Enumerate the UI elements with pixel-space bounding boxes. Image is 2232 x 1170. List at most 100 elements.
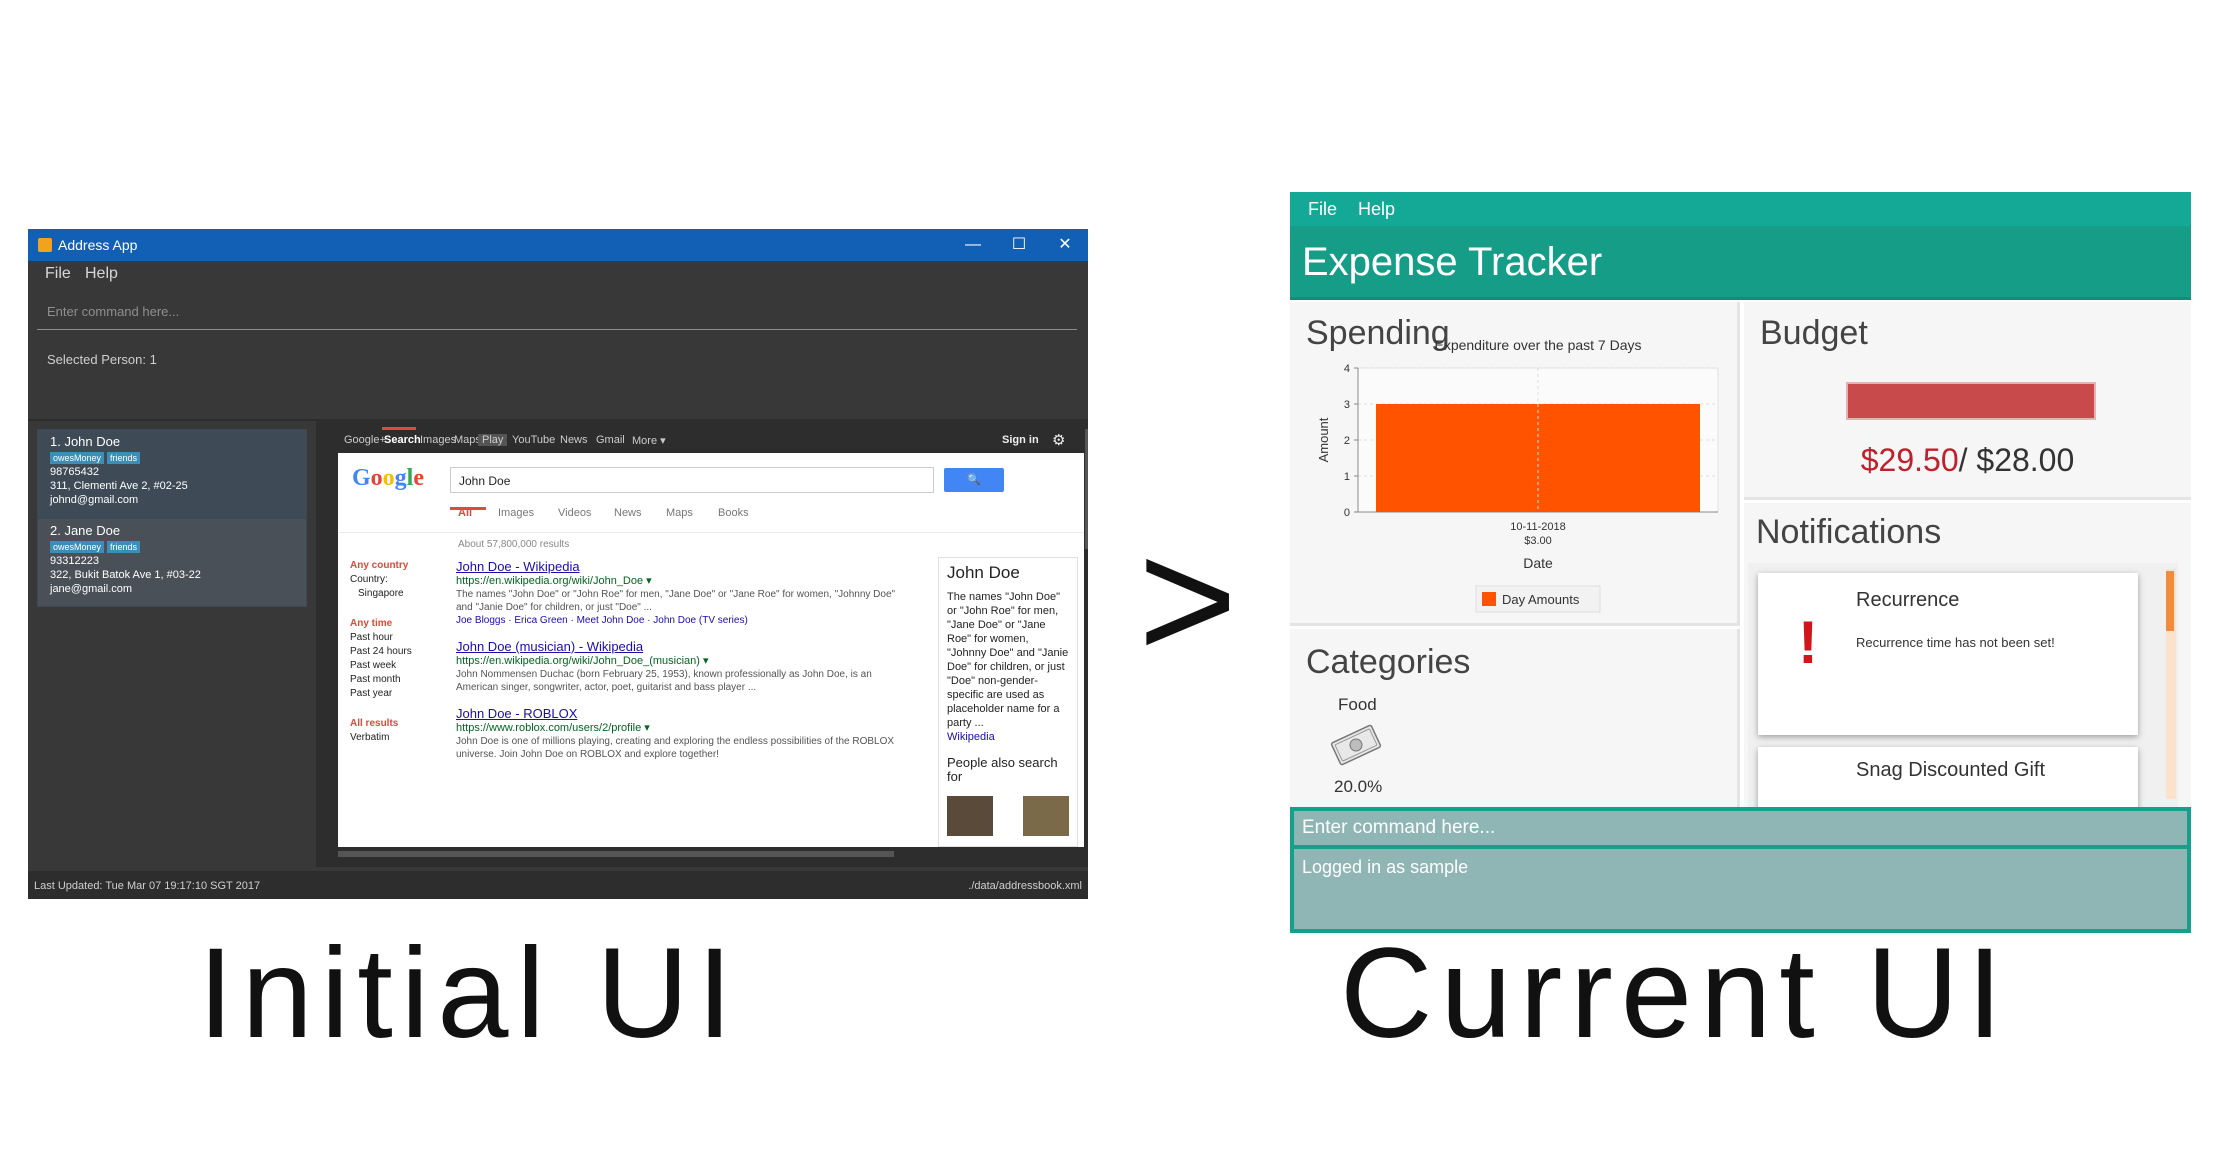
- y-tick-label: 2: [1344, 435, 1350, 447]
- close-icon[interactable]: ✕: [1044, 232, 1086, 258]
- maximize-icon[interactable]: ☐: [998, 232, 1040, 258]
- nav-google-plus[interactable]: Google+: [344, 434, 386, 446]
- knowledge-source-link[interactable]: Wikipedia: [947, 730, 1069, 744]
- result-title[interactable]: John Doe - ROBLOX: [456, 706, 912, 722]
- person-tag: owesMoney: [50, 452, 105, 464]
- nav-gmail[interactable]: Gmail: [596, 434, 625, 446]
- person-list-panel: 1. John Doe owesMoney friends 98765432 31…: [28, 419, 316, 867]
- menu-file[interactable]: File: [1308, 199, 1337, 220]
- gear-icon[interactable]: ⚙: [1052, 431, 1065, 449]
- tab-books[interactable]: Books: [718, 507, 749, 519]
- person-name: 1. John Doe: [50, 434, 121, 449]
- active-nav-indicator: [382, 427, 416, 430]
- notifications-panel: Notifications ! Recurrence Recurrence ti…: [1744, 503, 2191, 807]
- y-axis-label: Amount: [1316, 417, 1331, 462]
- initial-ui-caption: Initial UI: [198, 922, 741, 1065]
- tab-all[interactable]: All: [458, 507, 472, 519]
- budget-progress-bar: [1846, 382, 2096, 420]
- person-card[interactable]: 2. Jane Doe owesMoney friends 93312223 32…: [37, 518, 307, 607]
- filter-time[interactable]: Any time: [350, 617, 450, 631]
- tab-maps[interactable]: Maps: [666, 507, 693, 519]
- filter-line[interactable]: Past year: [350, 687, 450, 701]
- nav-maps[interactable]: Maps: [454, 434, 481, 446]
- menu-help[interactable]: Help: [85, 265, 118, 283]
- filter-line[interactable]: Past week: [350, 659, 450, 673]
- budget-amount: $29.50/ $28.00: [1744, 442, 2191, 479]
- spending-panel: Spending Expenditure over the past 7 Day…: [1290, 302, 1740, 626]
- x-tick-label: 10-11-2018: [1510, 521, 1565, 533]
- filter-line[interactable]: Past month: [350, 673, 450, 687]
- knowledge-panel: John Doe The names "John Doe" or "John R…: [938, 557, 1078, 847]
- result-title[interactable]: John Doe (musician) - Wikipedia: [456, 639, 912, 655]
- y-tick-label: 4: [1344, 363, 1350, 375]
- tab-videos[interactable]: Videos: [558, 507, 591, 519]
- notification-body: Recurrence time has not been set!: [1856, 635, 2055, 650]
- nav-images[interactable]: Images: [420, 434, 456, 446]
- filter-line[interactable]: Singapore: [350, 587, 450, 601]
- tab-images[interactable]: Images: [498, 507, 534, 519]
- person-thumbnail[interactable]: [947, 796, 993, 836]
- result-url[interactable]: https://en.wikipedia.org/wiki/John_Doe_(…: [456, 655, 912, 668]
- logo-letter: G: [352, 465, 371, 491]
- current-ui-caption: Current UI: [1340, 922, 2011, 1065]
- vertical-scrollbar[interactable]: [1085, 429, 1088, 549]
- result-sublinks[interactable]: Joe Bloggs · Erica Green · Meet John Doe…: [456, 614, 912, 627]
- minimize-icon[interactable]: —: [952, 232, 994, 258]
- person-tag: friends: [107, 452, 141, 464]
- person-thumbnail[interactable]: [1023, 796, 1069, 836]
- y-tick-label: 1: [1344, 471, 1350, 483]
- result-title[interactable]: John Doe - Wikipedia: [456, 559, 912, 575]
- alert-icon: !: [1798, 609, 1818, 676]
- result-snippet: John Nommensen Duchac (born February 25,…: [456, 669, 872, 693]
- y-tick-label: 3: [1344, 399, 1350, 411]
- result-snippet: John Doe is one of millions playing, cre…: [456, 736, 895, 760]
- filter-line[interactable]: Verbatim: [350, 731, 450, 745]
- notification-list[interactable]: ! Recurrence Recurrence time has not bee…: [1748, 563, 2178, 807]
- filter-line[interactable]: Past hour: [350, 631, 450, 645]
- web-browser[interactable]: Google+ Search Images Maps Play YouTube …: [338, 427, 1084, 847]
- search-result: John Doe - ROBLOX https://www.roblox.com…: [456, 706, 912, 761]
- google-logo: Google: [352, 465, 424, 492]
- nav-news[interactable]: News: [560, 434, 588, 446]
- search-button[interactable]: 🔍: [944, 468, 1004, 492]
- person-card[interactable]: 1. John Doe owesMoney friends 98765432 31…: [37, 429, 307, 518]
- notification-card[interactable]: Snag Discounted Gift: [1758, 747, 2138, 807]
- nav-search[interactable]: Search: [384, 434, 421, 446]
- nav-play[interactable]: Play: [478, 434, 508, 446]
- logo-letter: o: [370, 465, 383, 491]
- command-input[interactable]: Enter command here...: [37, 292, 1077, 330]
- menu-help[interactable]: Help: [1358, 199, 1395, 220]
- result-display: Logged in as sample: [1290, 849, 2191, 933]
- nav-more[interactable]: More ▾: [632, 434, 666, 447]
- spending-chart: Expenditure over the past 7 Days 0 1 2 3 4 Amo…: [1316, 337, 1719, 613]
- search-icon: 🔍: [967, 474, 981, 486]
- budget-spent: $29.50: [1860, 442, 1959, 478]
- person-email: johnd@gmail.com: [50, 494, 139, 506]
- filter-country[interactable]: Any country: [350, 559, 450, 573]
- filter-results[interactable]: All results: [350, 717, 450, 731]
- google-topbar: Google+ Search Images Maps Play YouTube …: [338, 427, 1084, 453]
- sign-in-link[interactable]: Sign in: [1002, 434, 1039, 446]
- money-icon[interactable]: [1328, 721, 1384, 769]
- search-results: John Doe - Wikipedia https://en.wikipedi…: [456, 559, 912, 773]
- filter-line[interactable]: Past 24 hours: [350, 645, 450, 659]
- chart-title: Expenditure over the past 7 Days: [1434, 337, 1641, 353]
- window-title: Address App: [58, 237, 138, 253]
- legend-label: Day Amounts: [1502, 592, 1580, 607]
- search-input[interactable]: John Doe: [450, 467, 934, 493]
- status-bar: Last Updated: Tue Mar 07 19:17:10 SGT 20…: [28, 871, 1088, 899]
- result-url[interactable]: https://en.wikipedia.org/wiki/John_Doe ▾: [456, 575, 912, 588]
- nav-youtube[interactable]: YouTube: [512, 434, 555, 446]
- menu-file[interactable]: File: [45, 265, 71, 283]
- comparison-arrow: >: [1138, 505, 1238, 695]
- file-path: ./data/addressbook.xml: [968, 880, 1082, 892]
- command-input[interactable]: Enter command here...: [1290, 807, 2191, 849]
- notification-title: Snag Discounted Gift: [1856, 759, 2045, 781]
- logo-letter: e: [413, 465, 424, 491]
- tab-news[interactable]: News: [614, 507, 642, 519]
- result-url[interactable]: https://www.roblox.com/users/2/profile ▾: [456, 722, 912, 735]
- last-updated: Last Updated: Tue Mar 07 19:17:10 SGT 20…: [34, 880, 261, 892]
- notification-card[interactable]: ! Recurrence Recurrence time has not bee…: [1758, 573, 2138, 735]
- notification-scroll-thumb[interactable]: [2166, 571, 2174, 631]
- horizontal-scrollbar[interactable]: [338, 851, 894, 857]
